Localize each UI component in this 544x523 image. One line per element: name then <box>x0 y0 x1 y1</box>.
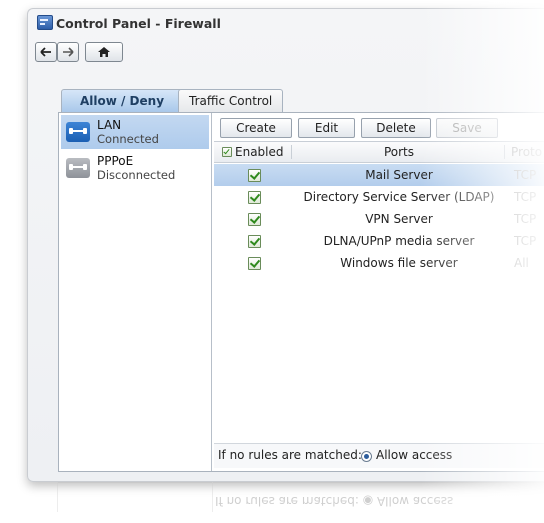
protocol-cell: TCP <box>514 168 537 182</box>
interface-list: LAN Connected PPPoE Disconnected <box>59 113 212 471</box>
protocol-column-header[interactable]: Proto <box>511 142 542 162</box>
save-button[interactable]: Save <box>436 118 498 138</box>
firewall-window: Control Panel - Firewall Allow / Deny Tr… <box>27 8 544 482</box>
table-row[interactable]: Mail Server TCP <box>214 164 544 186</box>
column-divider <box>291 145 292 159</box>
back-arrow-icon <box>40 47 51 57</box>
home-icon <box>98 47 110 57</box>
ports-cell: Windows file server <box>340 256 458 270</box>
interface-status: Connected <box>97 132 159 146</box>
allow-access-label[interactable]: Allow access <box>376 448 452 462</box>
rules-toolbar: Create Edit Delete Save <box>214 113 544 142</box>
protocol-cell: TCP <box>514 234 537 248</box>
enabled-checkbox[interactable] <box>248 235 261 248</box>
enabled-checkbox[interactable] <box>248 191 261 204</box>
ports-cell: DLNA/UPnP media server <box>323 234 475 248</box>
protocol-cell: TCP <box>514 212 537 226</box>
enabled-checkbox[interactable] <box>248 213 261 226</box>
ports-column-header[interactable]: Ports <box>296 142 502 162</box>
edit-button[interactable]: Edit <box>298 118 355 138</box>
tab-content-panel: LAN Connected PPPoE Disconnected Create … <box>58 112 544 472</box>
select-all-checkbox[interactable] <box>222 147 232 157</box>
tab-traffic-control[interactable]: Traffic Control <box>178 89 284 112</box>
table-row[interactable]: VPN Server TCP <box>214 208 544 230</box>
reflection-text: If no rules are matched: ◉ Allow access <box>215 494 454 508</box>
default-policy-bar: If no rules are matched: Allow access <box>214 443 544 468</box>
control-panel-icon <box>37 15 53 30</box>
tab-allow-deny[interactable]: Allow / Deny <box>61 89 183 112</box>
reflection-line <box>57 482 544 483</box>
interface-item-lan[interactable]: LAN Connected <box>61 115 209 149</box>
ports-cell: Mail Server <box>365 168 433 182</box>
default-policy-label: If no rules are matched: <box>218 448 362 462</box>
back-button[interactable] <box>35 42 57 62</box>
table-row[interactable]: Windows file server All <box>214 252 544 274</box>
title-bar[interactable]: Control Panel - Firewall <box>28 9 544 37</box>
enabled-checkbox[interactable] <box>248 257 261 270</box>
delete-button[interactable]: Delete <box>361 118 431 138</box>
ports-cell: Directory Service Server (LDAP) <box>303 190 495 204</box>
forward-button[interactable] <box>57 42 79 62</box>
lan-network-icon <box>66 122 90 142</box>
create-button[interactable]: Create <box>220 118 292 138</box>
column-divider <box>504 145 505 159</box>
table-row[interactable]: Directory Service Server (LDAP) TCP <box>214 186 544 208</box>
home-button[interactable] <box>85 42 123 62</box>
enabled-column-header[interactable]: Enabled <box>235 142 284 162</box>
interface-status: Disconnected <box>97 168 176 182</box>
protocol-cell: All <box>514 256 529 270</box>
reflection-line <box>57 482 58 512</box>
reflection-line <box>212 482 213 512</box>
enabled-checkbox[interactable] <box>248 169 261 182</box>
interface-item-pppoe[interactable]: PPPoE Disconnected <box>61 151 209 185</box>
rules-table-header: Enabled Ports Proto <box>214 142 544 163</box>
table-row[interactable]: DLNA/UPnP media server TCP <box>214 230 544 252</box>
allow-access-radio[interactable] <box>361 451 372 462</box>
interface-name: PPPoE <box>97 154 134 168</box>
rules-panel: Create Edit Delete Save Enabled Ports Pr… <box>214 113 544 471</box>
window-title: Control Panel - Firewall <box>56 16 221 31</box>
window-reflection: If no rules are matched: ◉ Allow access <box>27 482 544 523</box>
protocol-cell: TCP <box>514 190 537 204</box>
pppoe-network-icon <box>66 158 90 178</box>
forward-arrow-icon <box>63 47 74 57</box>
ports-cell: VPN Server <box>365 212 433 226</box>
interface-name: LAN <box>97 118 122 132</box>
